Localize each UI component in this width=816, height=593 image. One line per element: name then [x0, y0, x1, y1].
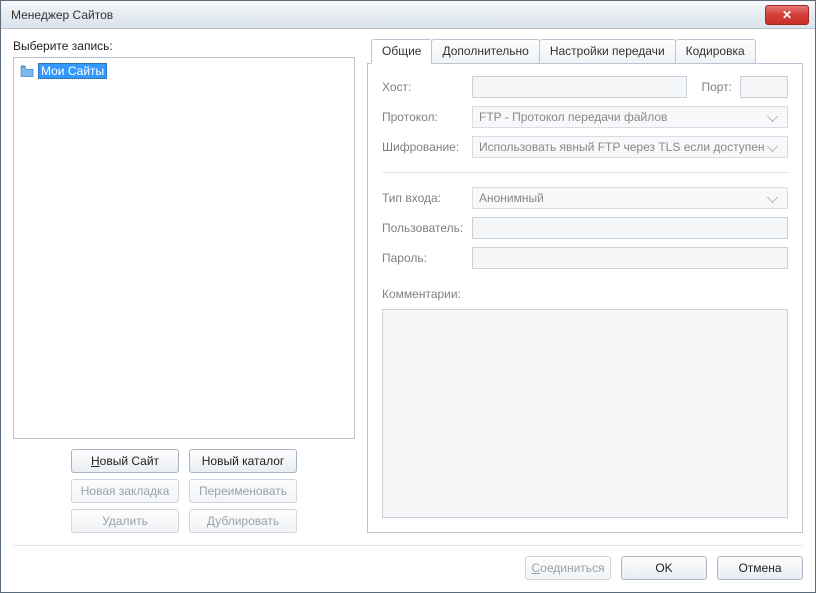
- right-column: Общие Дополнительно Настройки передачи К…: [367, 39, 803, 533]
- user-label: Пользователь:: [382, 221, 464, 235]
- tab-charset[interactable]: Кодировка: [675, 39, 756, 63]
- folder-icon: [20, 65, 34, 77]
- separator-1: [382, 172, 788, 173]
- new-site-button[interactable]: Новый Сайт: [71, 449, 179, 473]
- row-encryption: Шифрование: Использовать явный FTP через…: [382, 136, 788, 158]
- cancel-button[interactable]: Отмена: [717, 556, 803, 580]
- comments-label: Комментарии:: [382, 287, 788, 301]
- row-user: Пользователь:: [382, 217, 788, 239]
- encryption-label: Шифрование:: [382, 140, 464, 154]
- user-input: [472, 217, 788, 239]
- close-icon: ✕: [782, 8, 792, 22]
- port-input: [740, 76, 788, 98]
- tree-root-item[interactable]: Мои Сайты: [18, 62, 350, 80]
- dialog-body: Выберите запись: Мои Сайты Нов: [1, 29, 815, 592]
- main-row: Выберите запись: Мои Сайты Нов: [13, 39, 803, 533]
- site-tree[interactable]: Мои Сайты: [13, 57, 355, 439]
- tab-general[interactable]: Общие: [371, 39, 432, 64]
- close-button[interactable]: ✕: [765, 5, 809, 25]
- new-folder-button[interactable]: Новый каталог: [189, 449, 297, 473]
- row-protocol: Протокол: FTP - Протокол передачи файлов: [382, 106, 788, 128]
- site-buttons-grid: Новый Сайт Новый каталог Новая закладка …: [13, 449, 355, 533]
- footer-buttons: Соединиться OK Отмена: [13, 545, 803, 580]
- host-input: [472, 76, 687, 98]
- row-password: Пароль:: [382, 247, 788, 269]
- duplicate-button: Дублировать: [189, 509, 297, 533]
- password-label: Пароль:: [382, 251, 464, 265]
- row-host: Хост: Порт:: [382, 76, 788, 98]
- select-entry-label: Выберите запись:: [13, 39, 355, 53]
- tab-transfer[interactable]: Настройки передачи: [539, 39, 676, 63]
- row-logon: Тип входа: Анонимный: [382, 187, 788, 209]
- rename-button: Переименовать: [189, 479, 297, 503]
- password-input: [472, 247, 788, 269]
- delete-button: Удалить: [71, 509, 179, 533]
- host-label: Хост:: [382, 80, 464, 94]
- tree-root-label[interactable]: Мои Сайты: [38, 63, 107, 79]
- protocol-label: Протокол:: [382, 110, 464, 124]
- tab-advanced[interactable]: Дополнительно: [431, 39, 539, 63]
- comments-textarea: [382, 309, 788, 518]
- protocol-select: FTP - Протокол передачи файлов: [472, 106, 788, 128]
- site-manager-window: Менеджер Сайтов ✕ Выберите запись:: [0, 0, 816, 593]
- tab-pane-general: Хост: Порт: Протокол: FTP - Протокол пер…: [367, 63, 803, 533]
- titlebar[interactable]: Менеджер Сайтов ✕: [1, 1, 815, 29]
- ok-button[interactable]: OK: [621, 556, 707, 580]
- encryption-select: Использовать явный FTP через TLS если до…: [472, 136, 788, 158]
- left-column: Выберите запись: Мои Сайты Нов: [13, 39, 355, 533]
- new-bookmark-button: Новая закладка: [71, 479, 179, 503]
- window-title: Менеджер Сайтов: [11, 8, 765, 22]
- port-label: Порт:: [701, 80, 732, 94]
- logon-type-select: Анонимный: [472, 187, 788, 209]
- connect-button: Соединиться: [525, 556, 611, 580]
- tabs: Общие Дополнительно Настройки передачи К…: [371, 39, 803, 63]
- logon-type-label: Тип входа:: [382, 191, 464, 205]
